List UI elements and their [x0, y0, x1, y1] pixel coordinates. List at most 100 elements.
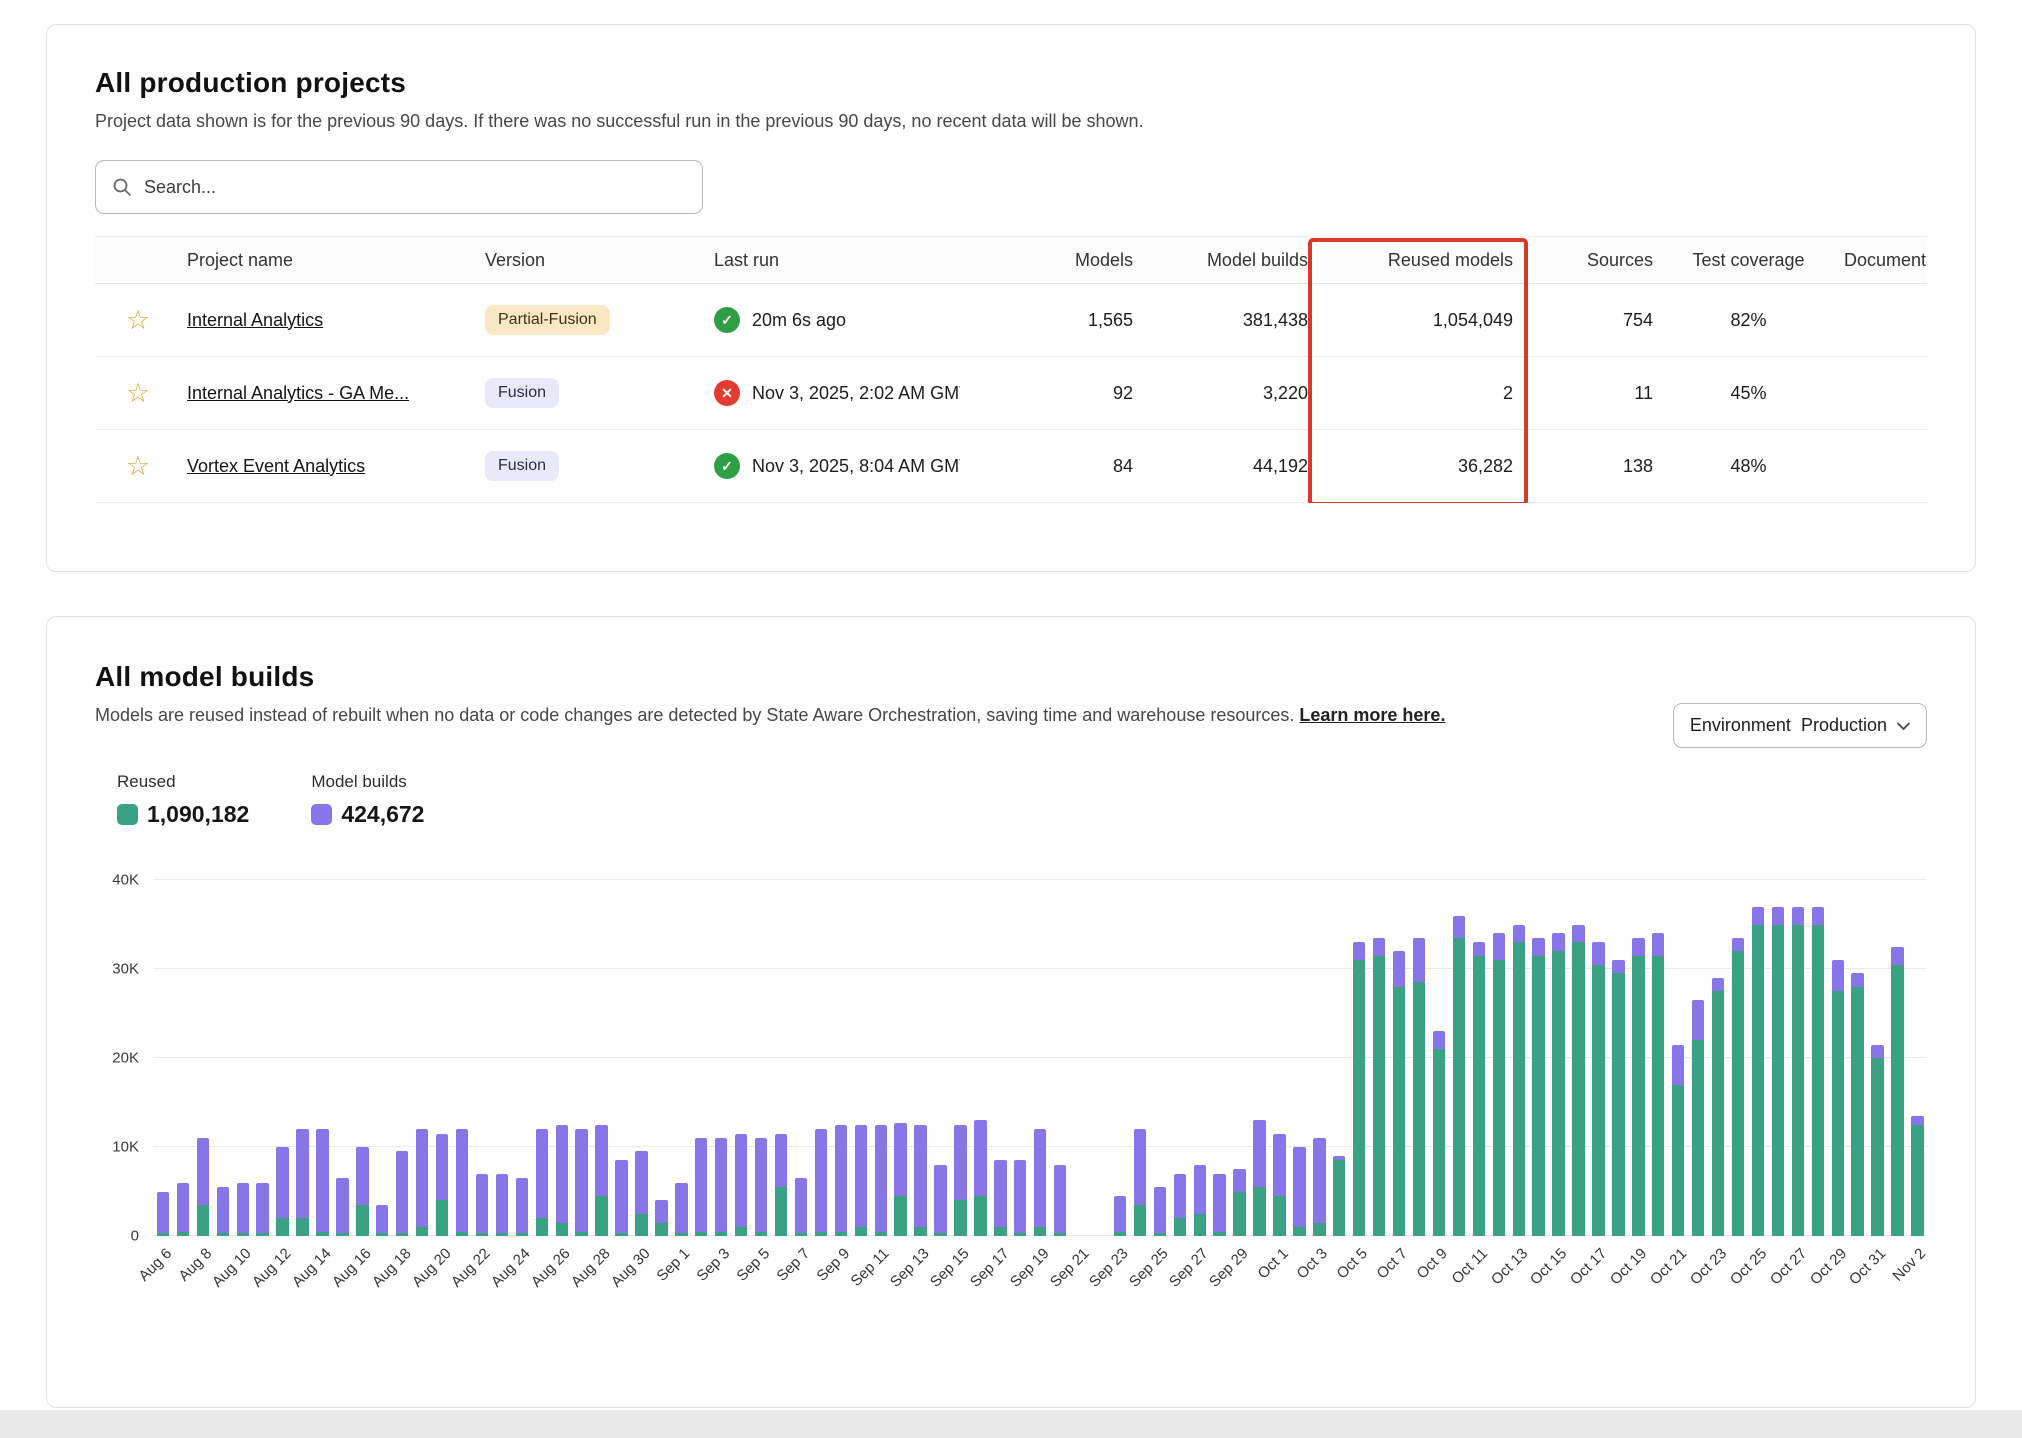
table-row: ☆ Vortex Event Analytics Fusion ✓Nov 3, 202…	[95, 430, 1927, 503]
col-documentation: Documentation	[1844, 250, 1927, 271]
stacked-bar	[655, 880, 667, 1236]
stacked-bar	[695, 880, 707, 1236]
stacked-bar	[296, 880, 308, 1236]
environment-dropdown[interactable]: Environment Production	[1673, 703, 1927, 748]
bar-segment-reused	[855, 1227, 867, 1236]
version-badge: Fusion	[485, 451, 559, 481]
x-axis-tick: Oct 27	[1767, 1245, 1810, 1288]
bar-segment-reused	[296, 1218, 308, 1236]
star-icon[interactable]: ☆	[126, 380, 150, 407]
chart-bar-slot: Sep 23	[1110, 880, 1130, 1236]
builds-card-title: All model builds	[95, 661, 1927, 693]
bar-segment-model-builds	[1612, 960, 1624, 973]
bar-segment-model-builds	[1054, 1165, 1066, 1234]
bar-segment-model-builds	[695, 1138, 707, 1231]
projects-table: Project name Version Last run Models Mod…	[95, 236, 1927, 503]
bar-segment-model-builds	[157, 1192, 169, 1234]
bar-segment-model-builds	[1632, 938, 1644, 956]
bar-segment-model-builds	[456, 1129, 468, 1231]
chart-bar-slot	[1050, 880, 1070, 1236]
bar-segment-model-builds	[1134, 1129, 1146, 1205]
bar-segment-reused	[1832, 991, 1844, 1236]
project-name-link[interactable]: Internal Analytics	[187, 310, 323, 330]
stacked-bar	[1393, 880, 1405, 1236]
chart-bar-slot	[1888, 880, 1908, 1236]
bar-segment-model-builds	[615, 1160, 627, 1233]
bar-segment-reused	[835, 1232, 847, 1236]
stacked-bar	[516, 880, 528, 1236]
col-model-builds: Model builds	[1139, 250, 1314, 271]
stacked-bar	[1832, 880, 1844, 1236]
bar-segment-reused	[476, 1233, 488, 1236]
bar-segment-reused	[875, 1232, 887, 1236]
bar-segment-model-builds	[516, 1178, 528, 1233]
bar-segment-reused	[1652, 956, 1664, 1236]
bar-segment-reused	[256, 1233, 268, 1236]
project-name-link[interactable]: Vortex Event Analytics	[187, 456, 365, 476]
chart-bar-slot	[970, 880, 990, 1236]
bar-segment-reused	[316, 1232, 328, 1236]
bar-segment-reused	[516, 1233, 528, 1236]
chart-bar-slot	[173, 880, 193, 1236]
chart-bar-slot	[452, 880, 472, 1236]
bar-segment-model-builds	[1114, 1196, 1126, 1232]
chart-bar-slot	[1728, 880, 1748, 1236]
chart-bar-slot: Aug 12	[273, 880, 293, 1236]
star-icon[interactable]: ☆	[126, 307, 150, 334]
stacked-bar	[1851, 880, 1863, 1236]
bar-segment-model-builds	[575, 1129, 587, 1231]
chart-bar-slot	[612, 880, 632, 1236]
project-search[interactable]	[95, 160, 703, 214]
stacked-bar	[1174, 880, 1186, 1236]
bar-segment-model-builds	[1712, 978, 1724, 991]
chart-bar-slot: Aug 28	[592, 880, 612, 1236]
bar-segment-model-builds	[1413, 938, 1425, 983]
x-axis-tick: Sep 29	[1206, 1245, 1252, 1291]
x-axis-tick: Oct 9	[1414, 1245, 1451, 1282]
x-axis-tick: Aug 30	[608, 1245, 654, 1291]
bar-segment-reused	[217, 1233, 229, 1236]
bar-segment-reused	[1851, 987, 1863, 1236]
col-test-coverage: Test coverage	[1659, 250, 1844, 271]
bar-segment-model-builds	[1532, 938, 1544, 956]
chart-plot: Aug 6Aug 8Aug 10Aug 12Aug 14Aug 16Aug 18…	[153, 880, 1927, 1236]
stacked-bar	[1712, 880, 1724, 1236]
legend-reused-value: 1,090,182	[147, 801, 249, 828]
favorite-cell: ☆	[95, 380, 187, 407]
bar-segment-reused	[974, 1196, 986, 1236]
chart-bar-slot: Sep 17	[990, 880, 1010, 1236]
stacked-bar	[715, 880, 727, 1236]
search-input[interactable]	[144, 177, 686, 198]
bar-segment-model-builds	[416, 1129, 428, 1227]
chart-bar-slot: Oct 23	[1708, 880, 1728, 1236]
chart-bar-slot: Oct 27	[1788, 880, 1808, 1236]
project-name-link[interactable]: Internal Analytics - GA Me...	[187, 383, 409, 403]
stacked-bar	[1293, 880, 1305, 1236]
stacked-bar	[1054, 880, 1066, 1236]
version-cell: Fusion	[485, 451, 714, 481]
bar-segment-reused	[615, 1233, 627, 1236]
learn-more-link[interactable]: Learn more here.	[1299, 705, 1445, 725]
legend-model-builds-value: 424,672	[341, 801, 424, 828]
bar-segment-model-builds	[1871, 1045, 1883, 1058]
x-axis-tick: Sep 27	[1166, 1245, 1212, 1291]
builds-card-subtitle: Models are reused instead of rebuilt whe…	[95, 705, 1927, 726]
stacked-bar	[775, 880, 787, 1236]
bar-segment-reused	[675, 1233, 687, 1236]
chart-bar-slot: Aug 20	[432, 880, 452, 1236]
bar-segment-model-builds	[1253, 1120, 1265, 1187]
stacked-bar	[536, 880, 548, 1236]
chart-bar-slot: Oct 3	[1309, 880, 1329, 1236]
bar-segment-reused	[1612, 973, 1624, 1236]
favorite-cell: ☆	[95, 307, 187, 334]
last-run-text: 20m 6s ago	[752, 310, 846, 331]
bar-segment-model-builds	[1493, 933, 1505, 960]
x-axis-tick: Oct 5	[1334, 1245, 1371, 1282]
y-axis-tick: 30K	[112, 961, 139, 978]
bar-segment-reused	[197, 1205, 209, 1236]
bar-segment-model-builds	[556, 1125, 568, 1223]
bar-segment-reused	[1194, 1214, 1206, 1236]
star-icon[interactable]: ☆	[126, 453, 150, 480]
last-run-cell: ✓Nov 3, 2025, 8:04 AM GMT	[714, 453, 1014, 479]
chart-bar-slot	[1369, 880, 1389, 1236]
